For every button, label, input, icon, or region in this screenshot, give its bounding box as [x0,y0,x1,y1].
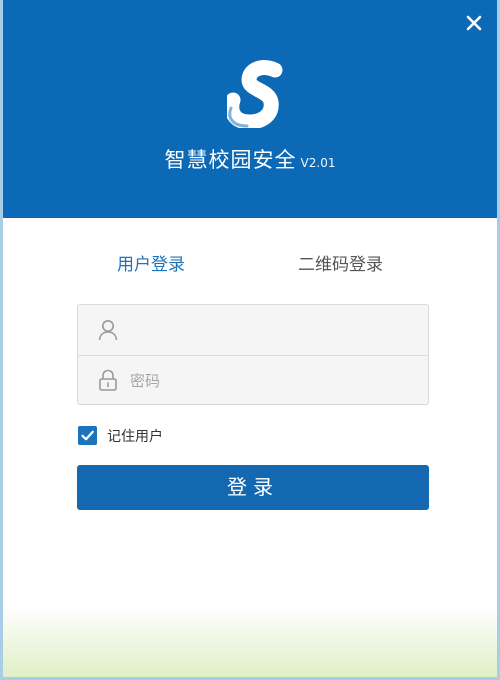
tab-user-login[interactable]: 用户登录 [117,250,185,275]
remember-label: 记住用户 [107,429,163,445]
login-form [77,304,429,405]
login-button[interactable]: 登录 [77,465,429,510]
username-row [78,305,428,356]
header-banner: 智慧校园安全 V2.01 [3,0,497,218]
password-row [78,355,428,405]
close-icon[interactable] [463,12,485,34]
user-icon [98,320,118,341]
app-title-row: 智慧校园安全 V2.01 [3,144,497,174]
username-input[interactable] [128,315,412,347]
lock-icon [99,369,117,391]
app-title: 智慧校园安全 [164,148,297,172]
login-tabs: 用户登录 二维码登录 [3,250,497,278]
password-input[interactable] [128,365,412,397]
remember-checkbox[interactable] [78,426,97,445]
tab-qr-login[interactable]: 二维码登录 [298,250,383,275]
app-version: V2.01 [300,156,336,170]
app-logo-icon [227,60,283,128]
login-window: 智慧校园安全 V2.01 用户登录 二维码登录 记住用户 登录 [0,0,500,680]
